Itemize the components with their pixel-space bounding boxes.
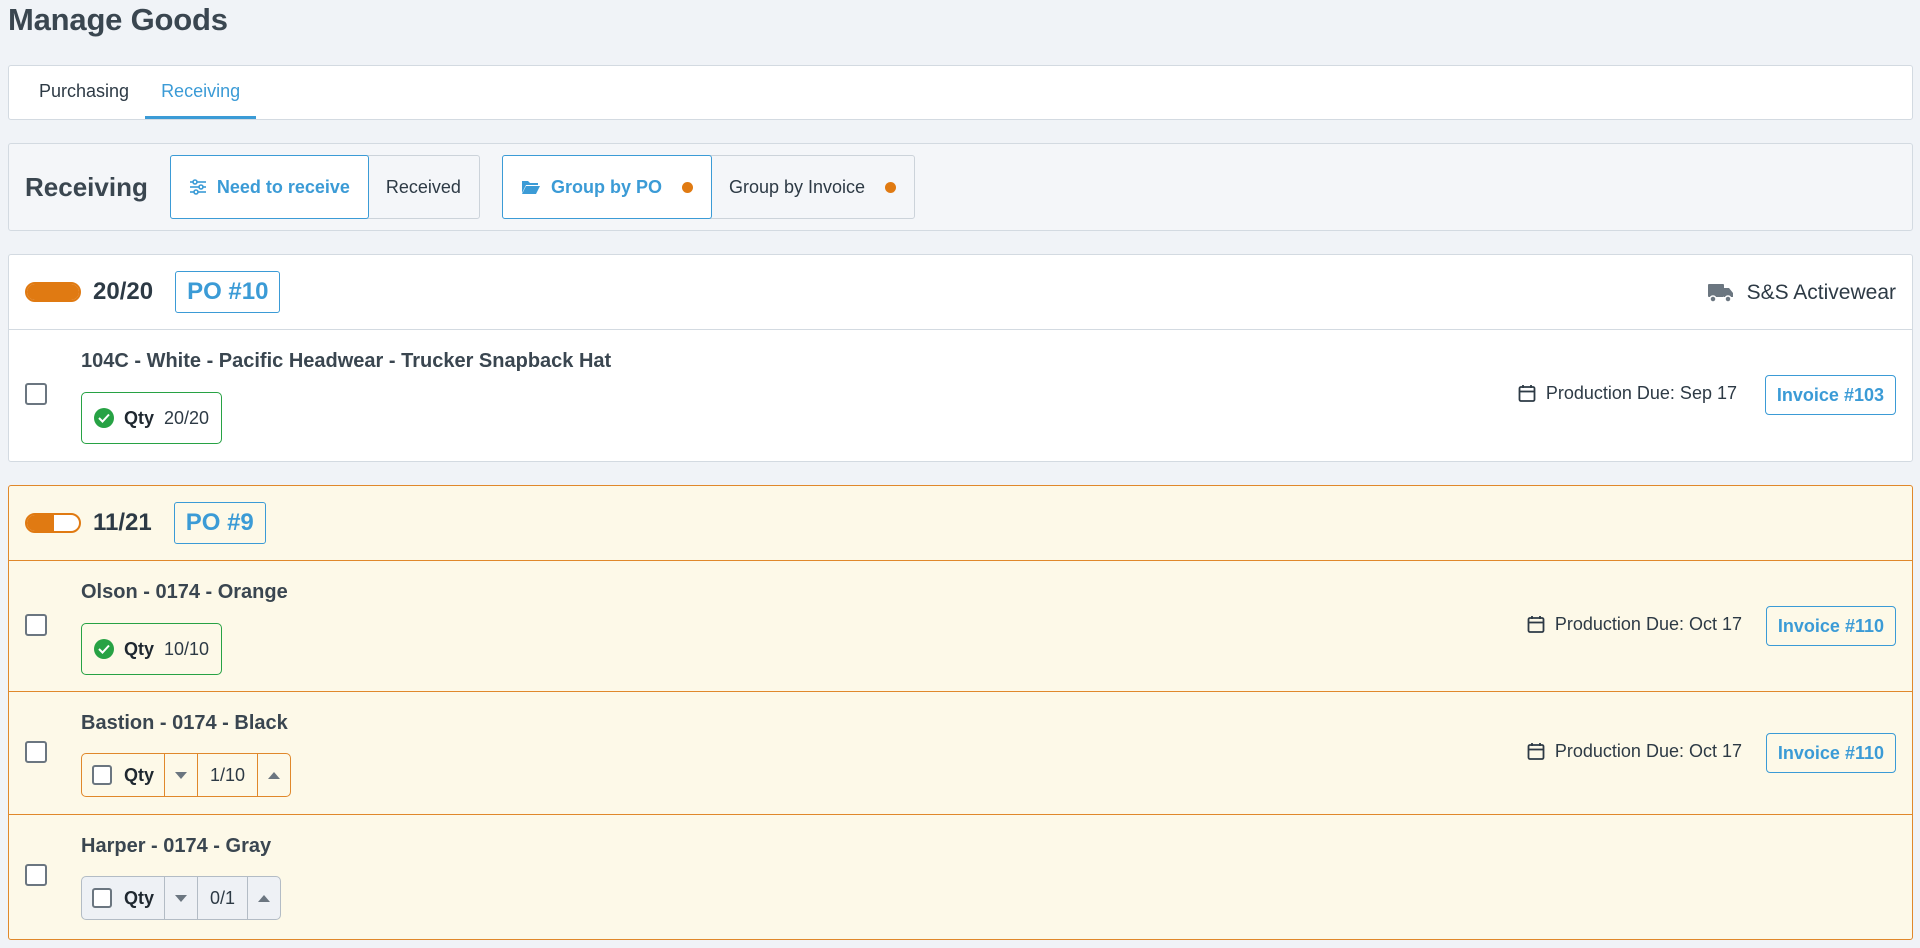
po-count: 20/20: [93, 278, 154, 305]
qty-value: 20/20: [164, 407, 210, 428]
quantity-stepper: Qty 1/10: [81, 753, 292, 797]
qty-cell: Qty: [82, 754, 166, 796]
status-dot: [681, 181, 693, 193]
qty-input[interactable]: 0/1: [198, 877, 249, 919]
line-item: Olson - 0174 - Orange Qty 10/10 Producti…: [9, 561, 1912, 692]
folder-open-icon: [521, 181, 540, 194]
po-count: 11/21: [93, 509, 152, 536]
production-due-text: Production Due: Oct 17: [1554, 741, 1742, 761]
production-due: Production Due: Sep 17: [1518, 383, 1737, 404]
progress-bar: [25, 282, 81, 302]
line-item: Bastion - 0174 - Black Qty 1/10 Producti…: [9, 692, 1912, 815]
invoice-link[interactable]: Invoice #103: [1764, 375, 1896, 415]
caret-down-icon: [175, 894, 188, 902]
decrement-button[interactable]: [165, 754, 199, 796]
vendor-name: S&S Activewear: [1746, 280, 1896, 304]
item-title: Bastion - 0174 - Black: [81, 712, 288, 734]
invoice-link[interactable]: Invoice #110: [1765, 606, 1896, 646]
check-circle-icon: [94, 639, 114, 659]
receiving-toolbar: Receiving Need to receive Received Group…: [8, 143, 1913, 231]
need-to-receive-button[interactable]: Need to receive: [169, 155, 369, 219]
po-header: 11/21 PO #9: [9, 486, 1912, 561]
item-title: 104C - White - Pacific Headwear - Trucke…: [81, 350, 612, 372]
qty-complete-badge: Qty 10/10: [81, 623, 223, 675]
qty-label: Qty: [124, 407, 155, 428]
po-link[interactable]: PO #9: [173, 502, 266, 544]
status-dot: [885, 181, 897, 193]
group-by-po-label: Group by PO: [550, 176, 662, 197]
production-due: Production Due: Oct 17: [1527, 614, 1742, 635]
production-due-text: Production Due: Sep 17: [1545, 383, 1737, 403]
qty-label: Qty: [124, 887, 155, 908]
group-by-invoice-label: Group by Invoice: [728, 176, 866, 197]
row-checkbox[interactable]: [25, 383, 47, 405]
progress-bar: [25, 513, 81, 533]
item-title: Olson - 0174 - Orange: [81, 581, 288, 603]
tab-bar: Purchasing Receiving: [8, 65, 1913, 120]
tab-purchasing[interactable]: Purchasing: [23, 66, 145, 119]
sliders-icon: [189, 179, 206, 195]
caret-down-icon: [175, 771, 188, 779]
caret-up-icon: [258, 894, 271, 902]
qty-checkbox[interactable]: [92, 888, 112, 908]
toolbar-title: Receiving: [25, 171, 148, 202]
group-by-invoice-button[interactable]: Group by Invoice: [711, 156, 914, 218]
line-item: 104C - White - Pacific Headwear - Trucke…: [9, 330, 1912, 461]
qty-complete-badge: Qty 20/20: [81, 392, 223, 444]
line-item: Harper - 0174 - Gray Qty 0/1: [9, 815, 1912, 938]
row-checkbox[interactable]: [25, 864, 47, 886]
row-checkbox[interactable]: [25, 614, 47, 636]
po-card: 20/20 PO #10 S&S Activewear 104C - White…: [8, 254, 1913, 462]
po-card: 11/21 PO #9 Olson - 0174 - Orange Qty 10…: [8, 485, 1913, 940]
check-circle-icon: [94, 408, 114, 428]
qty-value: 10/10: [164, 638, 210, 659]
production-due: Production Due: Oct 17: [1527, 741, 1742, 762]
qty-checkbox[interactable]: [92, 765, 112, 785]
received-label: Received: [385, 176, 461, 197]
decrement-button[interactable]: [165, 877, 199, 919]
qty-label: Qty: [124, 638, 155, 659]
calendar-icon: [1527, 616, 1545, 633]
page-title: Manage Goods: [8, 2, 228, 37]
group-toggle: Group by PO Group by Invoice: [501, 155, 916, 219]
qty-label: Qty: [124, 764, 155, 785]
production-due-text: Production Due: Oct 17: [1554, 614, 1742, 634]
calendar-icon: [1527, 743, 1545, 760]
calendar-icon: [1518, 385, 1536, 402]
caret-up-icon: [268, 771, 281, 779]
row-checkbox[interactable]: [25, 741, 47, 763]
item-title: Harper - 0174 - Gray: [81, 835, 272, 857]
increment-button[interactable]: [258, 754, 290, 796]
qty-cell: Qty: [82, 877, 166, 919]
group-by-po-button[interactable]: Group by PO: [501, 155, 712, 219]
filter-toggle: Need to receive Received: [169, 155, 480, 219]
truck-icon: [1707, 283, 1733, 303]
vendor: S&S Activewear: [1707, 255, 1896, 330]
po-link[interactable]: PO #10: [175, 271, 281, 313]
quantity-stepper: Qty 0/1: [81, 876, 282, 920]
qty-input[interactable]: 1/10: [198, 754, 259, 796]
received-button[interactable]: Received: [368, 156, 479, 218]
increment-button[interactable]: [248, 877, 280, 919]
po-header: 20/20 PO #10 S&S Activewear: [9, 255, 1912, 330]
tab-receiving[interactable]: Receiving: [145, 66, 257, 119]
invoice-link[interactable]: Invoice #110: [1765, 733, 1896, 773]
need-to-receive-label: Need to receive: [216, 176, 350, 197]
